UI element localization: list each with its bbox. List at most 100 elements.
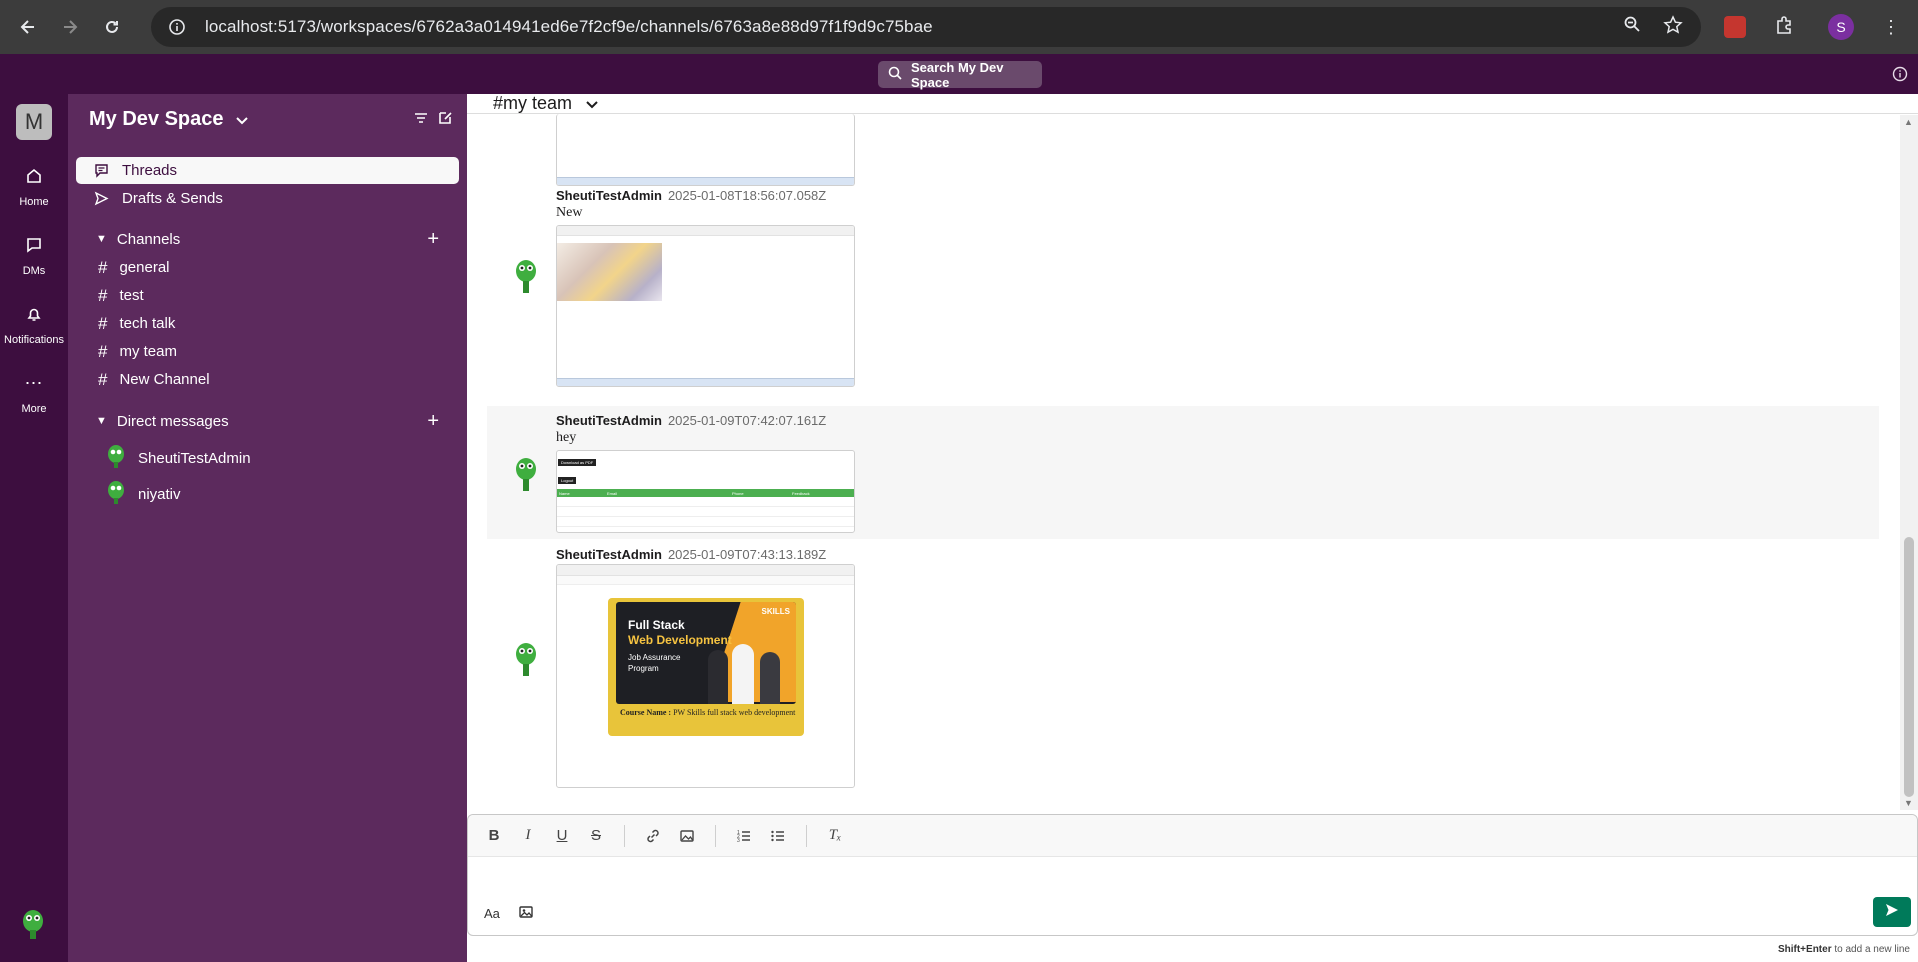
browser-menu-icon[interactable]: ⋮ — [1882, 17, 1900, 38]
message-author[interactable]: SheutiTestAdmin — [556, 547, 662, 562]
hash-icon: # — [98, 369, 108, 389]
info-icon[interactable] — [1892, 66, 1908, 87]
clear-format-icon[interactable]: Tₓ — [823, 824, 847, 848]
sidebar-dm-niyativ[interactable]: niyativ — [76, 477, 459, 511]
table-header: Name — [559, 490, 570, 496]
ordered-list-icon[interactable]: 123 — [732, 824, 756, 848]
site-info-icon[interactable] — [157, 18, 197, 36]
rail-home[interactable]: Home — [0, 162, 68, 208]
italic-icon[interactable]: I — [516, 824, 540, 848]
add-channel-icon[interactable]: + — [427, 228, 439, 251]
banner-line4: Program — [628, 664, 659, 673]
sidebar-dm-sheutitestadmin[interactable]: SheutiTestAdmin — [76, 441, 459, 475]
profile-avatar[interactable]: S — [1828, 14, 1854, 40]
message-image[interactable]: SKILLS Full Stack Web Development Job As… — [556, 564, 855, 788]
sidebar-channel-tech-talk[interactable]: # tech talk — [76, 310, 459, 337]
text-format-toggle-icon[interactable]: Aa — [484, 906, 500, 921]
table-row — [557, 497, 854, 507]
hint-keys: Shift+Enter — [1777, 944, 1832, 955]
message-avatar[interactable] — [513, 454, 539, 499]
sidebar-channel-test[interactable]: # test — [76, 282, 459, 309]
user-avatar[interactable] — [20, 907, 46, 946]
back-icon[interactable] — [8, 7, 48, 47]
feed-scrollbar[interactable]: ▲ ▼ — [1900, 115, 1918, 810]
sidebar-channel-my-team[interactable]: # my team — [76, 338, 459, 365]
address-bar[interactable]: localhost:5173/workspaces/6762a3a014941e… — [151, 7, 1701, 47]
channel-name: my team — [119, 343, 177, 360]
sidebar-channel-new-channel[interactable]: # New Channel — [76, 366, 459, 393]
channel-name: general — [119, 259, 170, 276]
workspace-switcher[interactable]: M — [16, 104, 52, 140]
sidebar-item-threads[interactable]: Threads — [76, 157, 459, 184]
channels-section-header[interactable]: ▼ Channels + — [76, 225, 459, 253]
threads-label: Threads — [122, 162, 178, 179]
send-button[interactable] — [1873, 897, 1911, 927]
message-timestamp: 2025-01-09T07:42:07.161Z — [667, 413, 827, 428]
link-icon[interactable] — [641, 824, 665, 848]
scroll-up-icon[interactable]: ▲ — [1904, 117, 1913, 127]
sidebar-channel-general[interactable]: # general — [76, 254, 459, 281]
sidebar-item-drafts[interactable]: Drafts & Sends — [76, 185, 459, 212]
app-topbar: Search My Dev Space — [0, 54, 1918, 94]
zoom-icon[interactable] — [1623, 15, 1641, 40]
image-icon[interactable] — [675, 824, 699, 848]
message-image[interactable] — [556, 225, 855, 387]
attach-image-icon[interactable] — [518, 904, 534, 923]
bookmark-star-icon[interactable] — [1663, 14, 1683, 40]
caret-down-icon: ▼ — [96, 233, 107, 245]
chevron-down-icon — [235, 108, 248, 131]
forward-icon[interactable] — [50, 7, 90, 47]
dms-section-header[interactable]: ▼ Direct messages + — [76, 407, 459, 435]
message-author[interactable]: SheutiTestAdmin — [556, 188, 662, 203]
message-avatar[interactable] — [513, 639, 539, 684]
scroll-down-icon[interactable]: ▼ — [1904, 798, 1913, 808]
caret-down-icon: ▼ — [96, 415, 107, 427]
workspace-search-button[interactable]: Search My Dev Space — [878, 59, 1042, 90]
rail-dms-label: DMs — [22, 265, 46, 277]
extension-icon[interactable] — [1724, 16, 1746, 38]
flower-photo — [557, 243, 662, 301]
strikethrough-icon[interactable]: S — [584, 824, 608, 848]
scrollbar-thumb[interactable] — [1904, 537, 1914, 797]
message-item: SheutiTestAdmin 2025-01-09T07:42:07.161Z… — [487, 406, 1879, 539]
workspace-menu[interactable]: My Dev Space — [89, 108, 248, 131]
drafts-label: Drafts & Sends — [122, 190, 223, 207]
rail-home-label: Home — [19, 196, 49, 208]
message-text: New — [556, 205, 583, 220]
underline-icon[interactable]: U — [550, 824, 574, 848]
message-author[interactable]: SheutiTestAdmin — [556, 413, 662, 428]
toolbar-divider — [715, 824, 716, 847]
workspace-name: My Dev Space — [89, 108, 224, 130]
dm-name: SheutiTestAdmin — [138, 449, 251, 467]
dm-name: niyativ — [138, 485, 181, 503]
add-dm-icon[interactable]: + — [427, 410, 439, 433]
dms-heading: Direct messages — [116, 412, 229, 430]
toolbar-divider — [624, 824, 625, 847]
filter-icon[interactable] — [413, 110, 429, 131]
send-icon — [1884, 902, 1900, 923]
message-feed: SheutiTestAdmin 2025-01-08T18:56:07.058Z… — [487, 114, 1887, 809]
rail-dms[interactable]: DMs — [0, 231, 68, 277]
bold-icon[interactable]: B — [482, 824, 506, 848]
banner-line1: Full Stack — [628, 618, 685, 632]
search-label: Search My Dev Space — [911, 59, 1004, 90]
table-header: Phone — [732, 490, 744, 496]
message-timestamp: 2025-01-08T18:56:07.058Z — [667, 188, 827, 203]
compose-icon[interactable] — [437, 110, 453, 131]
course-caption-label: Course Name : — [620, 708, 672, 717]
message-image[interactable]: Download as PDF Logout Name Email Phone … — [556, 450, 855, 533]
message-avatar[interactable] — [513, 256, 539, 301]
hash-icon: # — [98, 285, 108, 305]
rail-notifications-label: Notifications — [4, 334, 64, 346]
extensions-puzzle-icon[interactable] — [1774, 15, 1794, 40]
message-image[interactable] — [556, 114, 855, 186]
channel-title-button[interactable]: #my team — [493, 93, 598, 114]
channel-name: New Channel — [119, 371, 210, 388]
pdf-button: Download as PDF — [558, 459, 597, 466]
rail-more[interactable]: ⋯ More — [0, 369, 68, 416]
rail-notifications[interactable]: Notifications — [0, 300, 68, 346]
banner-line3: Job Assurance — [628, 653, 681, 662]
image-browser-bar — [557, 565, 854, 576]
bullet-list-icon[interactable] — [766, 824, 790, 848]
reload-icon[interactable] — [92, 7, 132, 47]
